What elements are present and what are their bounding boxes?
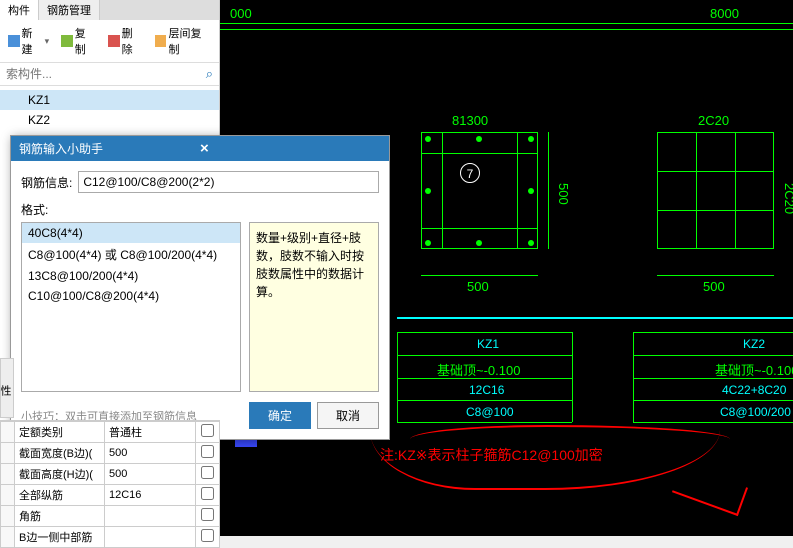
property-panel: 定额类别普通柱 截面宽度(B边)(500 截面高度(H边)(500 全部纵筋12… bbox=[0, 420, 220, 548]
layer-copy-button[interactable]: 层间复制 bbox=[151, 23, 215, 59]
table-row: 截面高度(H边)(500 bbox=[1, 464, 220, 485]
column2-section[interactable] bbox=[657, 132, 774, 249]
search-icon[interactable]: ⌕ bbox=[206, 66, 213, 82]
col2-width: 500 bbox=[703, 279, 725, 294]
h-dim-line-2 bbox=[220, 29, 793, 30]
tree-item-kz2[interactable]: KZ2 bbox=[0, 110, 219, 130]
new-icon bbox=[8, 35, 20, 47]
cancel-button[interactable]: 取消 bbox=[317, 402, 379, 429]
red-annotation-text: 注:KZ※表示柱子箍筋C12@100加密 bbox=[380, 445, 603, 465]
cyan-axis bbox=[397, 317, 793, 319]
col1-spec2: 12C16 bbox=[469, 383, 504, 397]
table-row: 全部纵筋12C16 bbox=[1, 485, 220, 506]
column1-section[interactable]: 7 bbox=[421, 132, 538, 249]
close-icon[interactable]: × bbox=[200, 140, 381, 157]
new-button[interactable]: 新建 ▾ bbox=[4, 23, 53, 59]
col1-h-dimline bbox=[548, 132, 549, 249]
prop-lock[interactable] bbox=[201, 508, 214, 521]
table-row: 角筋 bbox=[1, 506, 220, 527]
delete-button[interactable]: 删除 bbox=[104, 23, 147, 59]
col2-top-label: 2C20 bbox=[698, 113, 729, 128]
col1-name: KZ1 bbox=[477, 337, 499, 351]
col2-side-label: 2C20 bbox=[782, 183, 793, 214]
tab-component[interactable]: 构件 bbox=[0, 0, 39, 20]
property-table: 定额类别普通柱 截面宽度(B边)(500 截面高度(H边)(500 全部纵筋12… bbox=[0, 421, 220, 548]
format-hint: 数量+级别+直径+肢数，肢数不输入时按肢数属性中的数据计算。 bbox=[249, 222, 379, 392]
prop-lock[interactable] bbox=[201, 466, 214, 479]
col1-height: 500 bbox=[556, 183, 571, 205]
circle-7: 7 bbox=[460, 163, 480, 183]
prop-panel-collapsed[interactable]: 性 bbox=[0, 358, 14, 418]
delete-icon bbox=[108, 35, 120, 47]
dialog-titlebar[interactable]: 钢筋输入小助手 × bbox=[11, 136, 389, 161]
rebar-helper-dialog: 钢筋输入小助手 × 钢筋信息: 格式: 40C8(4*4) C8@100(4*4… bbox=[10, 135, 390, 440]
table-row: 截面宽度(B边)(500 bbox=[1, 443, 220, 464]
prop-lock[interactable] bbox=[201, 424, 214, 437]
col2-w-dimline bbox=[657, 275, 774, 276]
table-row: B边一侧中部筋 bbox=[1, 527, 220, 548]
copy-icon bbox=[61, 35, 73, 47]
col1-spec1: 基础顶~-0.100 bbox=[437, 360, 520, 379]
col2-spec1: 基础顶~-0.100 bbox=[715, 360, 793, 379]
info-label: 钢筋信息: bbox=[21, 174, 72, 191]
tree-item-kz1[interactable]: KZ1 bbox=[0, 90, 219, 110]
format-list[interactable]: 40C8(4*4) C8@100(4*4) 或 C8@100/200(4*4) … bbox=[21, 222, 241, 392]
col2-name: KZ2 bbox=[743, 337, 765, 351]
rebar-info-input[interactable] bbox=[78, 171, 379, 193]
dim-text-left: 000 bbox=[230, 6, 252, 21]
dialog-title-text: 钢筋输入小助手 bbox=[19, 140, 200, 157]
col1-top-label: 81300 bbox=[452, 113, 488, 128]
search-box: ⌕ bbox=[0, 63, 219, 86]
red-scribble-2 bbox=[410, 425, 730, 445]
format-item-3[interactable]: C10@100/C8@200(4*4) bbox=[22, 286, 240, 306]
ok-button[interactable]: 确定 bbox=[249, 402, 311, 429]
layer-copy-icon bbox=[155, 35, 167, 47]
copy-button[interactable]: 复制 bbox=[57, 23, 100, 59]
col1-w-dimline bbox=[421, 275, 538, 276]
prop-lock[interactable] bbox=[201, 445, 214, 458]
table-row: 定额类别普通柱 bbox=[1, 422, 220, 443]
format-item-2[interactable]: 13C8@100/200(4*4) bbox=[22, 266, 240, 286]
format-item-0[interactable]: 40C8(4*4) bbox=[22, 223, 240, 243]
panel-toolbar: 新建 ▾ 复制 删除 层间复制 bbox=[0, 20, 219, 63]
tab-rebar-mgmt[interactable]: 钢筋管理 bbox=[39, 0, 100, 20]
h-dim-line bbox=[220, 23, 793, 24]
col2-spec2: 4C22+8C20 bbox=[722, 383, 786, 397]
format-item-1[interactable]: C8@100(4*4) 或 C8@100/200(4*4) bbox=[22, 243, 240, 266]
red-arrowhead bbox=[672, 464, 748, 516]
format-label: 格式: bbox=[21, 201, 379, 218]
red-scribble bbox=[370, 430, 720, 490]
search-input[interactable] bbox=[6, 67, 206, 81]
col2-spec3: C8@100/200 bbox=[720, 405, 791, 419]
chevron-down-icon: ▾ bbox=[45, 36, 50, 47]
prop-lock[interactable] bbox=[201, 487, 214, 500]
col1-spec3: C8@100 bbox=[466, 405, 514, 419]
col1-width: 500 bbox=[467, 279, 489, 294]
dim-text-right: 8000 bbox=[710, 6, 739, 21]
panel-tabs: 构件 钢筋管理 bbox=[0, 0, 219, 20]
